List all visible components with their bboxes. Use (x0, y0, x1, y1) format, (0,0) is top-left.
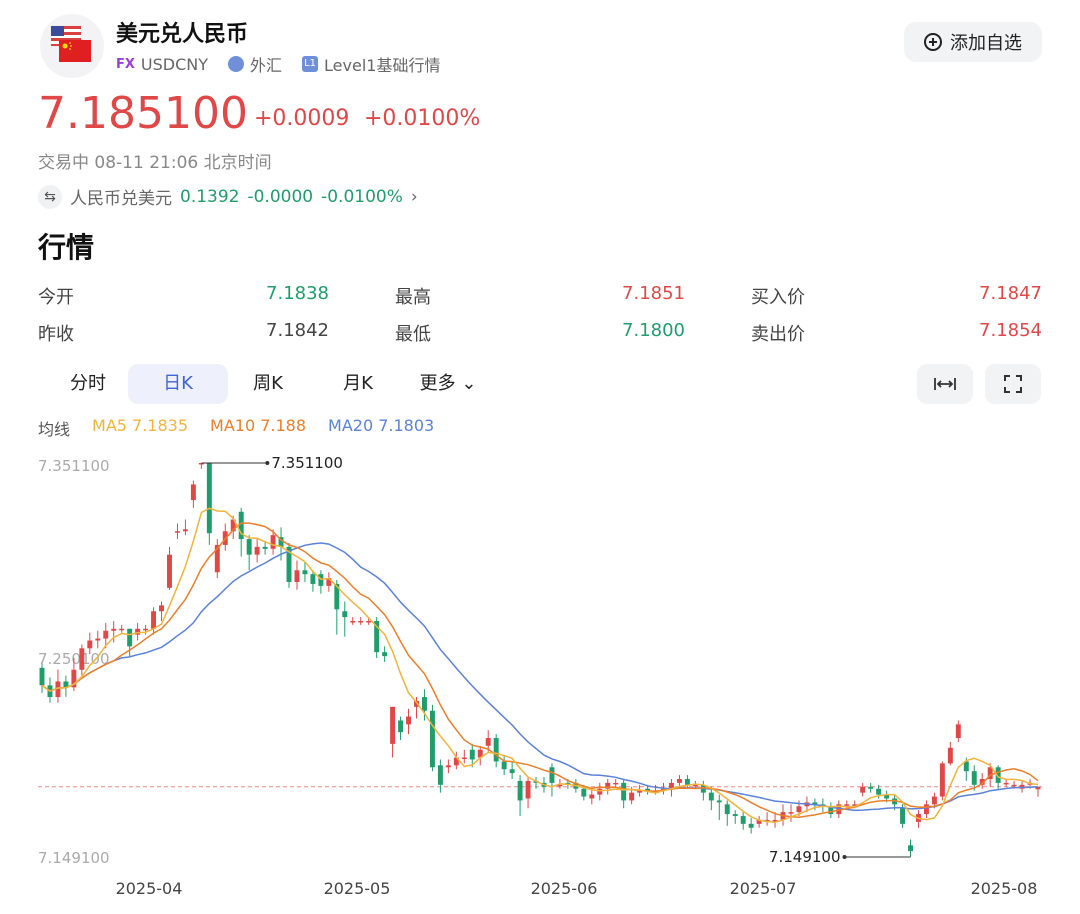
candle-body (246, 539, 252, 555)
candle-body (517, 780, 523, 801)
candle-body (127, 628, 133, 647)
candle-body (190, 484, 196, 501)
candle-body (421, 697, 427, 711)
candle-body (39, 667, 45, 686)
candle-body (254, 546, 260, 555)
candle-body (103, 630, 109, 639)
candle-body (589, 794, 595, 799)
min-marker-dot (842, 855, 847, 859)
candle-body (493, 738, 499, 762)
candle-body (429, 710, 435, 768)
candle-body (684, 778, 690, 785)
x-tick-2025-07: 2025-07 (730, 879, 797, 898)
candle-body (501, 761, 507, 770)
candle-body (318, 574, 324, 586)
min-marker-label: 7.149100 (769, 848, 841, 866)
candle-body (923, 804, 929, 815)
ma20-line (41, 542, 1039, 812)
candle-body (406, 716, 411, 725)
candle-body (724, 804, 730, 815)
candle-body (597, 788, 603, 795)
candle-body (159, 605, 164, 612)
candle-body (398, 720, 404, 733)
candle-body (908, 845, 913, 852)
max-marker-label: 7.351100 (271, 454, 343, 472)
candle-body (310, 574, 316, 584)
candle-body (95, 638, 101, 641)
candle-body (79, 648, 85, 670)
candle-body (860, 786, 866, 793)
candle-body (350, 620, 356, 623)
candle-body (294, 570, 300, 582)
candle-body (621, 782, 627, 801)
candle-body (971, 771, 977, 785)
candle-body (143, 628, 149, 631)
x-tick-2025-05: 2025-05 (324, 879, 391, 898)
candle-body (485, 738, 491, 746)
y-tick-bottom: 7.149100 (38, 849, 110, 867)
candle-body (174, 531, 180, 533)
candle-body (366, 620, 372, 623)
candle-body (262, 546, 268, 549)
candle-body (732, 814, 738, 817)
x-tick-2025-06: 2025-06 (531, 879, 598, 898)
candle-body (844, 804, 850, 806)
candle-body (206, 463, 212, 534)
candle-body (111, 628, 117, 631)
candle-body (581, 788, 587, 797)
candle-body (151, 611, 157, 629)
ma5-line (41, 507, 1039, 824)
candle-body (509, 769, 515, 774)
candle-body (549, 767, 555, 783)
candle-body (437, 765, 443, 785)
candle-body (469, 749, 475, 760)
candle-body (796, 806, 802, 813)
candle-body (382, 652, 388, 657)
candle-body (302, 570, 308, 575)
x-tick-2025-08: 2025-08 (971, 879, 1038, 898)
candle-body (629, 792, 635, 801)
candle-body (358, 620, 364, 623)
y-tick-top: 7.351100 (38, 457, 110, 475)
candle-body (1003, 782, 1009, 785)
candle-body (676, 778, 682, 783)
candle-body (947, 747, 953, 764)
candle-body (748, 823, 754, 828)
candle-body (87, 640, 93, 649)
candles-group (39, 463, 1041, 857)
candle-body (740, 816, 746, 824)
candle-body (270, 535, 276, 549)
candle-body (708, 792, 714, 801)
candle-body (342, 611, 348, 618)
candle-body (788, 812, 794, 814)
candle-body (716, 800, 722, 803)
candle-body (900, 808, 906, 824)
candle-body (955, 724, 961, 739)
candle-body (119, 628, 125, 631)
candle-body (868, 786, 874, 789)
kline-chart[interactable]: 7.351100 7.250100 7.149100 7.351100 7.14… (0, 0, 1080, 914)
candle-body (613, 782, 619, 785)
candle-body (1011, 784, 1017, 787)
candle-body (876, 788, 882, 795)
candle-body (167, 554, 172, 588)
candle-body (390, 706, 396, 744)
max-marker-dot (265, 461, 270, 465)
x-tick-2025-04: 2025-04 (116, 879, 183, 898)
candle-body (182, 529, 188, 532)
candle-body (931, 796, 937, 805)
ma10-line (41, 522, 1039, 818)
candle-body (939, 763, 945, 797)
candle-body (461, 757, 467, 760)
candle-body (445, 765, 451, 768)
candle-body (525, 780, 531, 799)
